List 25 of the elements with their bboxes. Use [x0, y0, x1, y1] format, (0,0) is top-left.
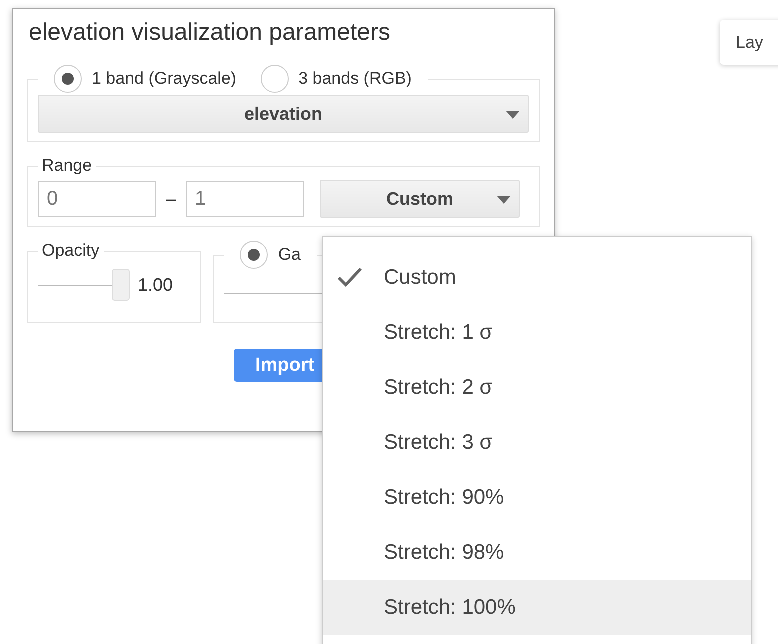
- range-min-field[interactable]: 0: [38, 181, 156, 217]
- opacity-value: 1.00: [138, 274, 174, 296]
- opacity-slider[interactable]: [38, 269, 130, 301]
- dialog-title: elevation visualization parameters: [29, 19, 391, 47]
- range-legend: Range: [42, 156, 92, 176]
- menu-item[interactable]: Stretch: 100%: [323, 580, 751, 635]
- band-select[interactable]: elevation: [38, 95, 529, 133]
- range-separator: –: [166, 188, 176, 210]
- range-preset-select[interactable]: Custom: [320, 180, 520, 218]
- opacity-legend: Opacity: [42, 241, 100, 261]
- caret-icon: [506, 111, 520, 119]
- radio-icon[interactable]: [240, 241, 268, 269]
- radio-option[interactable]: 3 bands (RGB): [248, 65, 424, 93]
- menu-item[interactable]: Stretch: 90%: [323, 470, 751, 525]
- slider-thumb[interactable]: [112, 269, 130, 301]
- menu-item[interactable]: Stretch: 98%: [323, 525, 751, 580]
- radio-option[interactable]: Ga: [228, 241, 314, 269]
- menu-item[interactable]: Stretch: 3 σ: [323, 415, 751, 470]
- radio-icon[interactable]: [54, 65, 82, 93]
- caret-icon: [497, 196, 512, 204]
- layers-button[interactable]: Lay: [720, 20, 778, 65]
- range-max-field[interactable]: 1: [186, 181, 304, 217]
- radio-option[interactable]: 1 band (Grayscale): [42, 65, 249, 93]
- menu-item[interactable]: Custom: [323, 250, 751, 305]
- radio-icon[interactable]: [260, 65, 289, 93]
